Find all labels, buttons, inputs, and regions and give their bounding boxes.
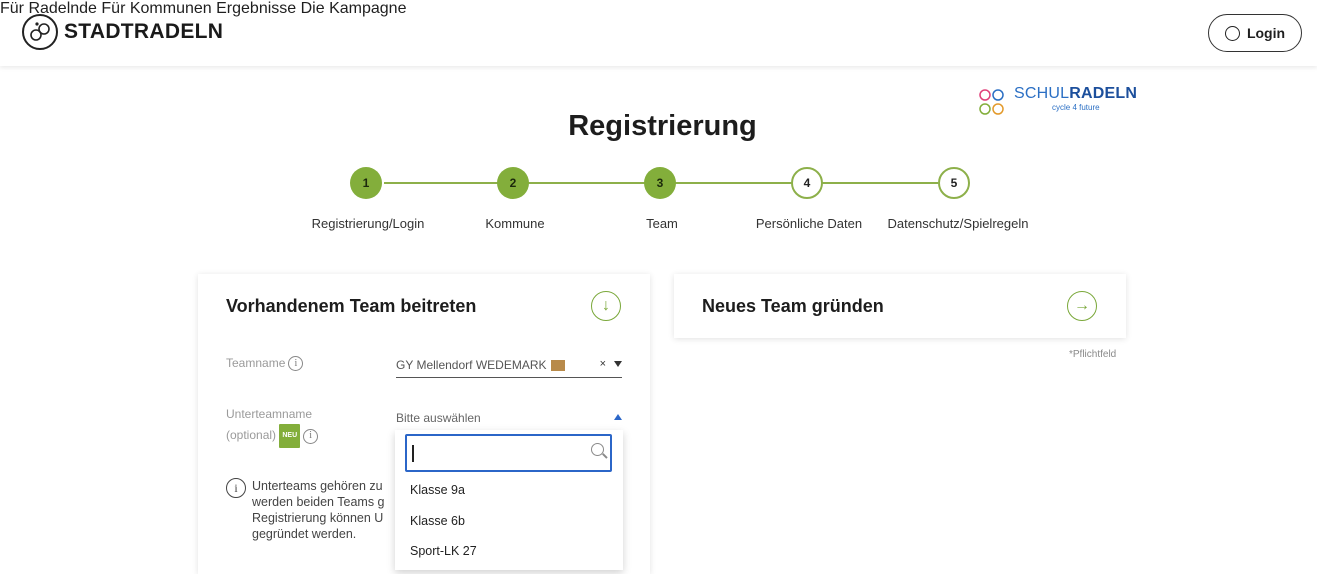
expand-join-button[interactable]: ↓ — [591, 291, 621, 321]
info-icon[interactable]: i — [288, 356, 304, 372]
expand-new-team-button[interactable]: → — [1067, 291, 1097, 321]
login-button[interactable]: Login — [1208, 14, 1302, 52]
subteam-select[interactable]: Bitte auswählen — [396, 411, 622, 432]
step-5: 5 — [938, 167, 970, 199]
schul-prefix: SCHUL — [1014, 85, 1070, 102]
subteam-info-text: Unterteams gehören zu werden beiden Team… — [252, 479, 385, 541]
nav-ergebnisse[interactable]: Ergebnisse — [216, 0, 296, 17]
arrow-right-icon: → — [1074, 297, 1090, 314]
step-2: 2 — [497, 167, 529, 199]
dropdown-option[interactable]: Sport-LK 27 — [410, 544, 477, 558]
subteam-label-line2: (optional) — [226, 428, 277, 443]
info-circle-icon: i — [226, 478, 246, 498]
teamname-value: GY Mellendorf WEDEMARK — [396, 358, 547, 372]
subteam-placeholder: Bitte auswählen — [396, 411, 481, 425]
step-label-1: Registrierung/Login — [311, 216, 425, 231]
text-cursor — [412, 445, 414, 462]
step-label-2: Kommune — [485, 216, 545, 231]
teamname-label: Teamname i — [226, 356, 304, 372]
logo-text: STADTRADELN — [64, 20, 224, 43]
teamname-select[interactable]: GY Mellendorf WEDEMARK × — [396, 358, 622, 378]
school-icon — [550, 360, 565, 372]
subteam-info: i Unterteams gehören zu werden beiden Te… — [226, 478, 396, 542]
new-team-card: Neues Team gründen → — [674, 274, 1126, 338]
user-icon — [1224, 25, 1240, 41]
step-label-5: Datenschutz/Spielregeln — [887, 216, 1029, 231]
step-1: 1 — [350, 167, 382, 199]
required-note: *Pflichtfeld — [1069, 349, 1117, 360]
dropdown-option[interactable]: Klasse 9a — [410, 483, 465, 497]
join-team-title: Vorhandenem Team beitreten — [226, 296, 477, 316]
new-badge: NEU — [279, 424, 301, 448]
chevron-down-icon[interactable] — [614, 361, 622, 368]
subteam-dropdown: Klasse 9a Klasse 6b Sport-LK 27 — [395, 430, 623, 570]
nav-die-kampagne[interactable]: Die Kampagne — [301, 0, 407, 17]
dropdown-option[interactable]: Klasse 6b — [410, 514, 465, 528]
info-icon[interactable]: i — [303, 428, 319, 444]
arrow-down-icon: ↓ — [602, 297, 610, 314]
step-4: 4 — [791, 167, 823, 199]
clear-icon[interactable]: × — [600, 358, 606, 370]
new-team-title: Neues Team gründen — [702, 296, 884, 316]
schul-bold: RADELN — [1069, 85, 1138, 102]
stadtradeln-logo[interactable]: STADTRADELN — [22, 14, 223, 50]
chevron-up-icon[interactable] — [614, 414, 622, 421]
subteam-label: Unterteamname (optional) NEU i — [226, 404, 319, 448]
page-title: Registrierung — [568, 110, 757, 142]
login-label: Login — [1246, 25, 1286, 41]
step-label-3: Team — [646, 216, 678, 231]
bike-logo-icon — [22, 14, 58, 50]
site-header: STADTRADELN Für Radelnde Für Kommunen Er… — [0, 0, 1317, 66]
teamname-label-text: Teamname — [226, 356, 286, 370]
dropdown-search-input[interactable] — [405, 434, 612, 472]
step-3: 3 — [644, 167, 676, 199]
step-label-4: Persönliche Daten — [755, 216, 863, 231]
search-icon — [591, 443, 604, 456]
subteam-label-line1: Unterteamname — [226, 407, 313, 421]
